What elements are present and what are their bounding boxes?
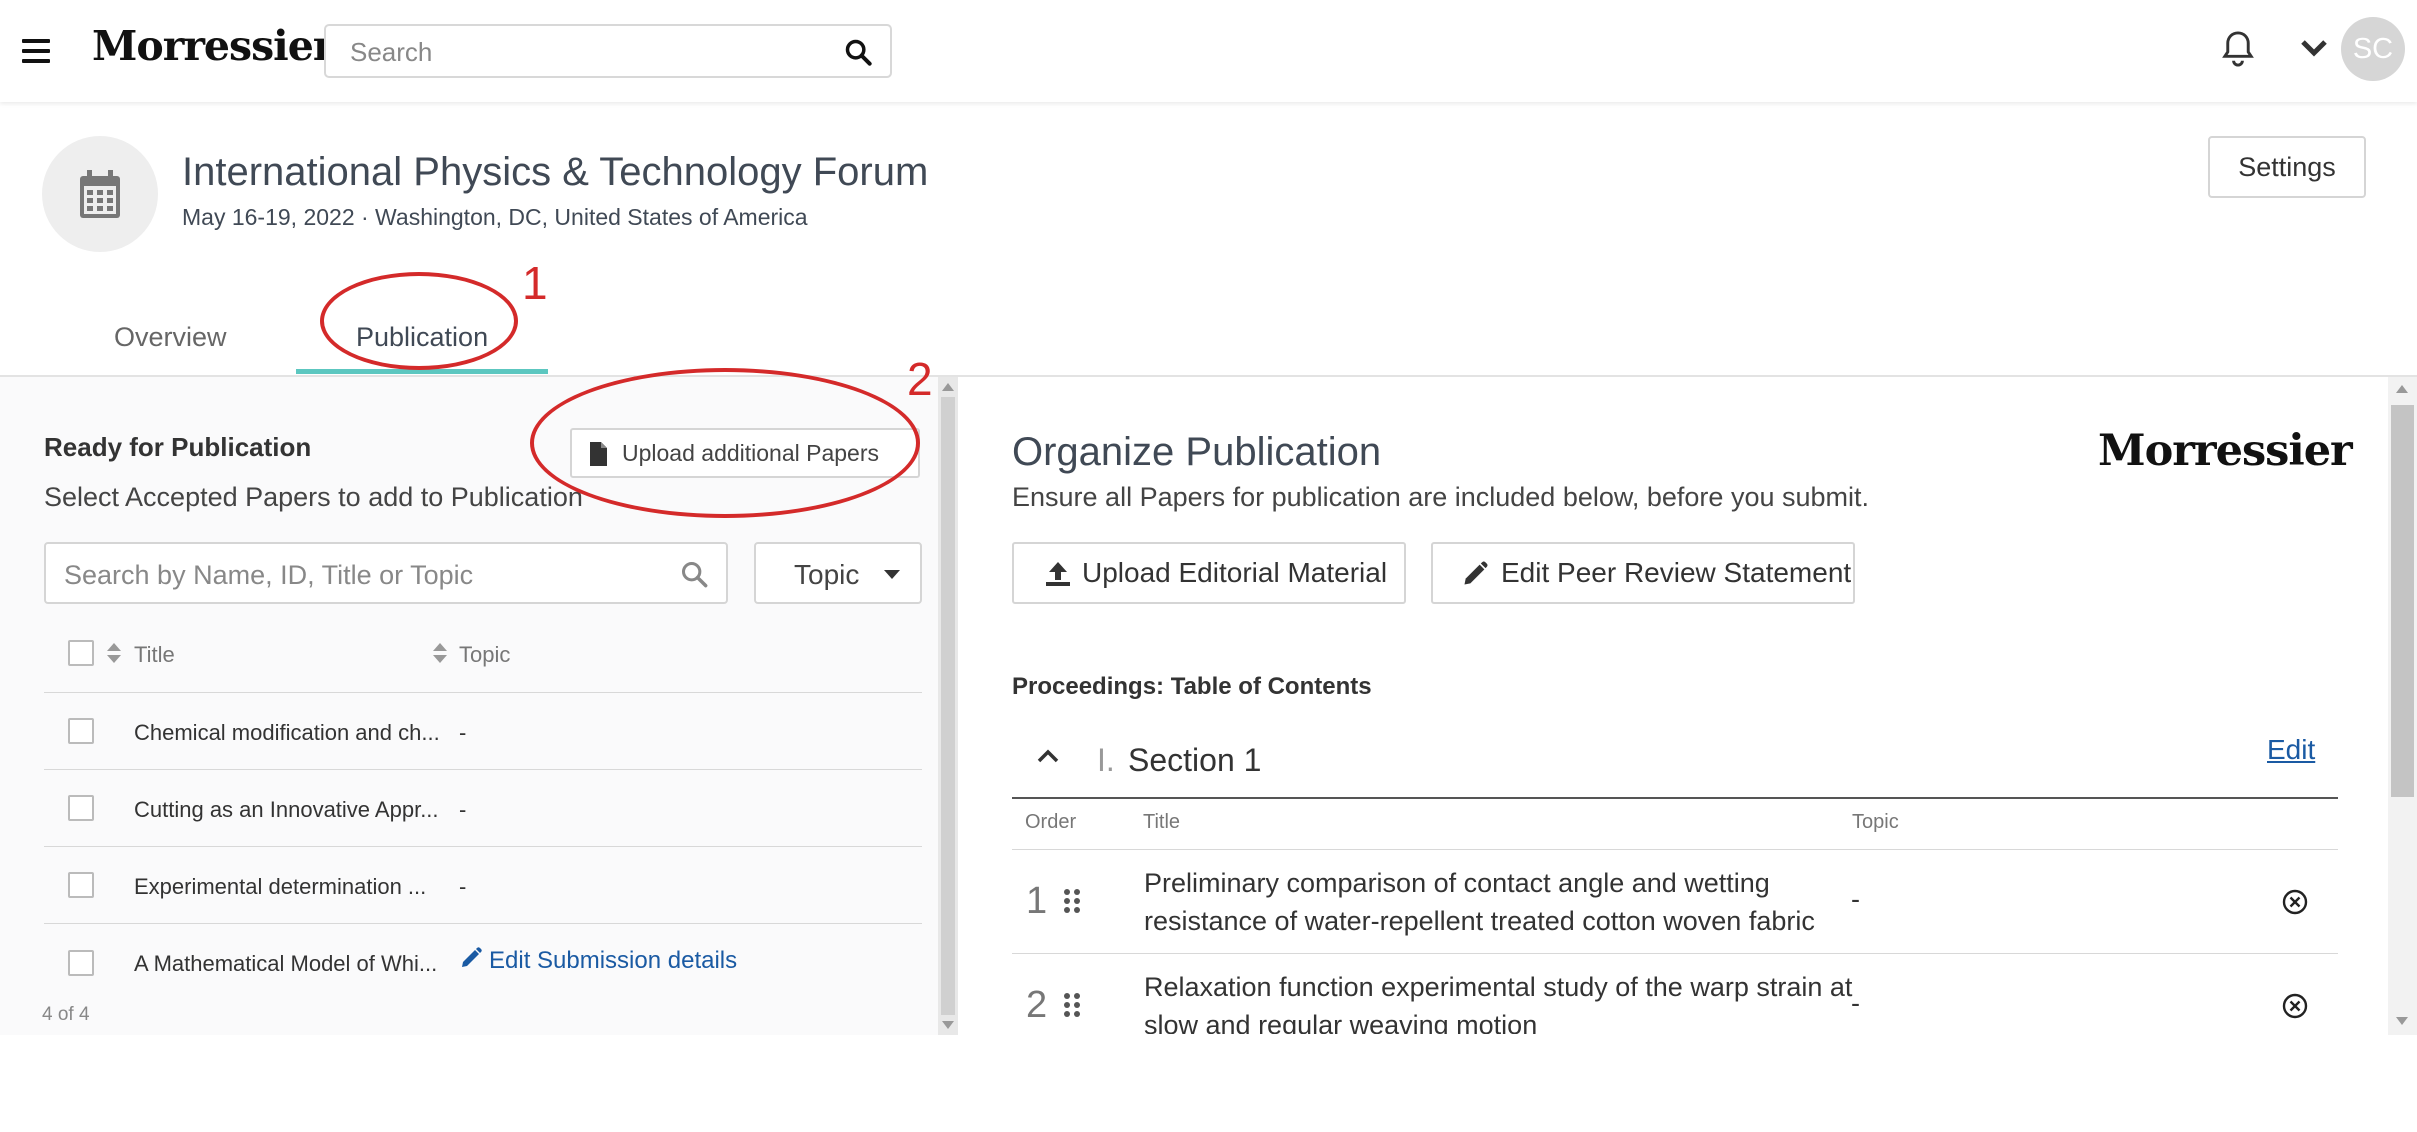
section-divider — [1012, 797, 2338, 799]
column-header-topic: Topic — [1852, 811, 1899, 833]
row-checkbox[interactable] — [68, 718, 94, 744]
row-checkbox[interactable] — [68, 950, 94, 976]
annotation-circle-publication-tab — [320, 272, 518, 370]
sort-icon[interactable] — [106, 642, 122, 664]
notification-bell-icon[interactable] — [2220, 30, 2256, 68]
ready-for-publication-heading: Ready for Publication — [44, 432, 312, 462]
left-panel-scrollbar[interactable] — [938, 377, 958, 1035]
edit-submission-details-label: Edit Submission details — [489, 947, 738, 974]
pencil-icon — [462, 947, 482, 967]
paper-title-cell[interactable]: A Mathematical Model of Whi... — [134, 951, 437, 977]
sort-icon[interactable] — [432, 642, 448, 664]
right-scrollbar-thumb[interactable] — [2391, 405, 2414, 797]
document-icon — [590, 442, 607, 466]
top-navigation-bar: Morressier SC — [0, 0, 2417, 102]
remove-circle-icon[interactable] — [2281, 992, 2309, 1020]
event-date-location: May 16-19, 2022 · Washington, DC, United… — [182, 204, 808, 230]
paper-count: 4 of 4 — [42, 1004, 90, 1025]
caret-down-icon — [884, 570, 900, 579]
global-search-input[interactable] — [350, 37, 830, 68]
column-header-title: Title — [1143, 811, 1181, 833]
left-scrollbar-thumb[interactable] — [941, 397, 955, 1015]
morressier-logo: Morressier — [2098, 426, 2353, 476]
organize-publication-heading: Organize Publication — [1012, 430, 1382, 474]
scroll-up-arrow-icon[interactable] — [2396, 385, 2408, 393]
search-icon[interactable] — [680, 560, 708, 588]
upload-additional-papers-button[interactable]: Upload additional Papers — [570, 428, 920, 478]
pencil-icon — [1464, 561, 1488, 585]
row-checkbox[interactable] — [68, 795, 94, 821]
active-tab-indicator — [296, 369, 548, 374]
column-header-title[interactable]: Title — [134, 642, 175, 668]
scroll-down-arrow-icon[interactable] — [942, 1021, 954, 1029]
upload-editorial-material-label: Upload Editorial Material — [1082, 557, 1388, 588]
right-panel-scrollbar[interactable] — [2388, 377, 2417, 1035]
event-calendar-avatar — [42, 136, 158, 252]
topic-filter-label: Topic — [794, 559, 860, 590]
section-title: Section 1 — [1128, 742, 1262, 778]
paper-search[interactable] — [44, 542, 728, 604]
search-icon[interactable] — [844, 38, 872, 66]
paper-topic-cell: - — [459, 797, 467, 822]
edit-peer-review-statement-label: Edit Peer Review Statement — [1501, 557, 1852, 588]
chevron-down-icon[interactable] — [2300, 38, 2328, 58]
morressier-logo[interactable]: Morressier — [92, 22, 334, 70]
annotation-number: 2 — [907, 353, 933, 405]
upload-editorial-material-button[interactable]: Upload Editorial Material — [1012, 542, 1406, 604]
organize-publication-subtitle: Ensure all Papers for publication are in… — [1012, 482, 1869, 512]
user-avatar[interactable]: SC — [2341, 17, 2405, 81]
upload-icon — [1046, 562, 1070, 586]
paper-title-cell[interactable]: Cutting as an Innovative Appr... — [134, 797, 439, 823]
publication-paper-topic: - — [1851, 988, 1860, 1018]
paper-topic-cell: - — [459, 874, 467, 899]
global-search[interactable] — [324, 24, 892, 78]
calendar-icon — [80, 170, 120, 218]
scroll-up-arrow-icon[interactable] — [942, 383, 954, 391]
paper-topic-cell: - — [459, 720, 467, 745]
row-checkbox[interactable] — [68, 872, 94, 898]
topic-filter-dropdown[interactable]: Topic — [754, 542, 922, 604]
paper-title-cell[interactable]: Chemical modification and ch... — [134, 720, 440, 746]
row-divider — [1012, 849, 2338, 850]
edit-peer-review-statement-button[interactable]: Edit Peer Review Statement — [1431, 542, 1855, 604]
remove-circle-icon[interactable] — [2281, 888, 2309, 916]
scroll-down-arrow-icon[interactable] — [2396, 1017, 2408, 1025]
column-header-order: Order — [1025, 811, 1077, 833]
paper-title-cell[interactable]: Experimental determination ... — [134, 874, 426, 900]
row-divider — [44, 923, 922, 924]
upload-additional-papers-label: Upload additional Papers — [622, 439, 880, 466]
drag-handle-icon[interactable] — [1063, 992, 1081, 1018]
publication-paper-title[interactable]: Preliminary comparison of contact angle … — [1144, 864, 1864, 940]
paper-order-number: 1 — [1026, 880, 1048, 922]
row-divider — [44, 769, 922, 770]
paper-order-number: 2 — [1026, 984, 1048, 1026]
table-of-contents-heading: Proceedings: Table of Contents — [1012, 673, 1372, 700]
paper-search-input[interactable] — [64, 560, 644, 591]
annotation-number: 1 — [522, 257, 548, 309]
chevron-up-icon[interactable] — [1036, 748, 1060, 764]
row-divider — [44, 692, 922, 693]
select-all-checkbox[interactable] — [68, 640, 94, 666]
tab-overview[interactable]: Overview — [114, 322, 227, 353]
tab-publication[interactable]: Publication — [356, 322, 488, 353]
publication-paper-title[interactable]: Relaxation function experimental study o… — [1144, 968, 1864, 1034]
settings-button[interactable]: Settings — [2208, 136, 2366, 198]
page-bottom-area — [0, 1035, 2417, 1132]
column-header-topic[interactable]: Topic — [459, 642, 510, 668]
ready-for-publication-subtitle: Select Accepted Papers to add to Publica… — [44, 482, 583, 512]
edit-submission-details-link[interactable]: Edit Submission details — [459, 946, 737, 975]
publication-paper-topic: - — [1851, 884, 1860, 914]
section-number: I. — [1097, 742, 1115, 778]
event-title: International Physics & Technology Forum — [182, 150, 929, 194]
row-divider — [1012, 953, 2338, 954]
drag-handle-icon[interactable] — [1063, 888, 1081, 914]
row-divider — [44, 846, 922, 847]
hamburger-menu-icon[interactable] — [22, 39, 50, 63]
section-edit-link[interactable]: Edit — [2267, 734, 2315, 766]
